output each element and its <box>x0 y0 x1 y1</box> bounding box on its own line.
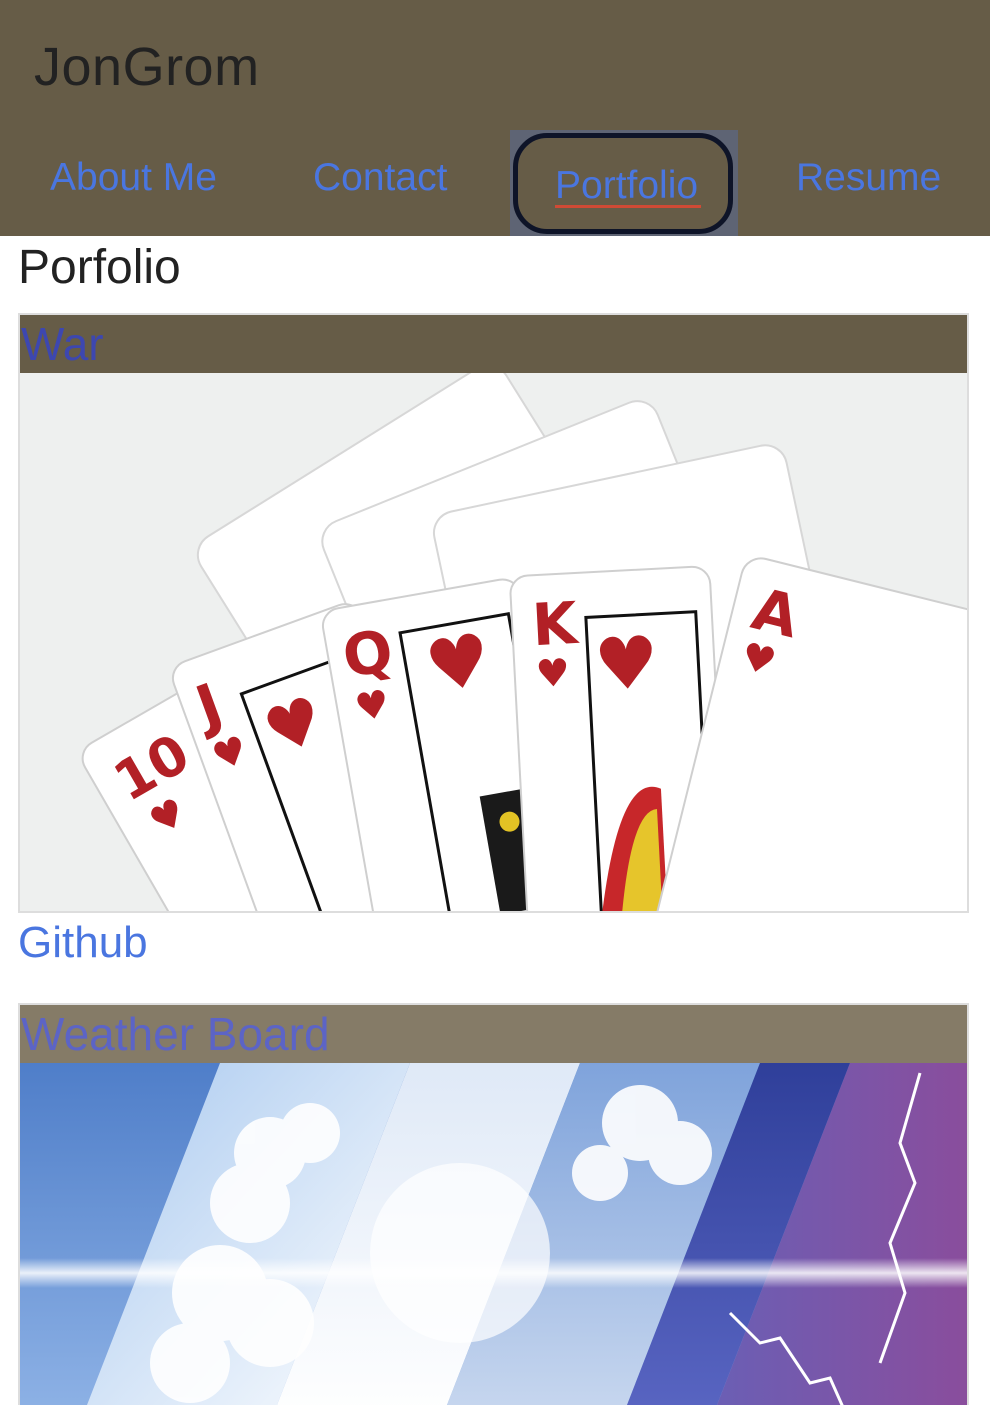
project-card-war: War 10 ♥ ♥ J ♥ ♥ <box>18 313 969 913</box>
svg-text:♥: ♥ <box>535 650 571 696</box>
nav-link-contact[interactable]: Contact <box>313 156 447 200</box>
playing-cards-image: 10 ♥ ♥ J ♥ ♥ Q ♥ ♥ <box>20 373 967 911</box>
nav-link-about[interactable]: About Me <box>50 156 217 200</box>
site-brand[interactable]: JonGrom <box>34 36 260 98</box>
page-title: Porfolio <box>18 241 181 294</box>
card-header: Weather Board <box>20 1005 967 1063</box>
project-image-weather[interactable] <box>20 1063 967 1405</box>
svg-text:K: K <box>530 589 580 659</box>
active-underline <box>555 205 701 208</box>
github-link[interactable]: Github <box>18 918 148 968</box>
card-header: War <box>20 315 967 373</box>
nav-link-portfolio[interactable]: Portfolio <box>555 164 698 208</box>
focus-ring: Portfolio <box>513 133 733 234</box>
nav-item-portfolio-active: Portfolio <box>510 130 738 236</box>
project-image-cards[interactable]: 10 ♥ ♥ J ♥ ♥ Q ♥ ♥ <box>20 373 967 911</box>
site-header: JonGrom About Me Contact Portfolio Resum… <box>0 0 990 236</box>
weather-collage-image <box>20 1063 967 1405</box>
project-card-weather-board: Weather Board <box>18 1003 969 1405</box>
svg-text:♥: ♥ <box>592 620 661 707</box>
project-title-link[interactable]: Weather Board <box>21 1008 330 1060</box>
project-title-link[interactable]: War <box>21 318 104 370</box>
nav-link-resume[interactable]: Resume <box>796 156 941 200</box>
